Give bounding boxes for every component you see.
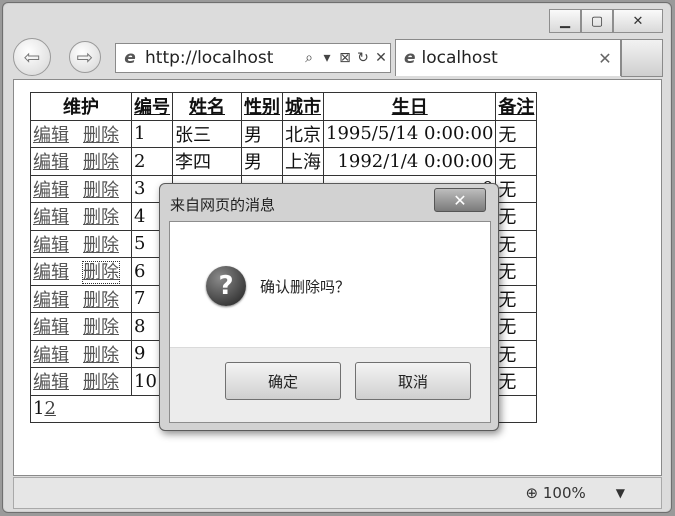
cell-note: 无 bbox=[495, 367, 538, 396]
row-actions: 编辑 删除 bbox=[30, 312, 132, 341]
cell-note: 无 bbox=[495, 229, 538, 258]
dialog-close-button[interactable]: ✕ bbox=[434, 188, 486, 212]
edit-link[interactable]: 编辑 bbox=[33, 235, 69, 256]
question-icon: ? bbox=[206, 266, 246, 306]
maximize-button[interactable]: ▢ bbox=[581, 9, 613, 33]
cell-birthday: 1995/5/14 0:00:00 bbox=[322, 119, 497, 148]
header-city[interactable]: 城市 bbox=[282, 92, 324, 121]
table-header-row: 维护 编号 姓名 性别 城市 生日 备注 bbox=[30, 92, 538, 121]
delete-link[interactable]: 删除 bbox=[83, 317, 119, 338]
delete-link[interactable]: 删除 bbox=[83, 125, 119, 146]
cell-note: 无 bbox=[495, 174, 538, 203]
window-caption-buttons: ▁ ▢ ✕ bbox=[549, 9, 663, 33]
header-maintain: 维护 bbox=[30, 92, 132, 121]
close-icon: ✕ bbox=[453, 190, 467, 210]
row-actions: 编辑 删除 bbox=[30, 257, 132, 286]
header-note[interactable]: 备注 bbox=[495, 92, 538, 121]
browser-tab[interactable]: e localhost ✕ bbox=[395, 39, 621, 76]
cell-note: 无 bbox=[495, 119, 538, 148]
minimize-button[interactable]: ▁ bbox=[549, 9, 581, 33]
ok-button[interactable]: 确定 bbox=[225, 362, 341, 400]
back-button[interactable]: ⇦ bbox=[13, 38, 51, 76]
forward-button[interactable]: ⇨ bbox=[69, 41, 101, 73]
header-birthday[interactable]: 生日 bbox=[322, 92, 497, 121]
cell-note: 无 bbox=[495, 312, 538, 341]
cell-note: 无 bbox=[495, 147, 538, 176]
edit-link[interactable]: 编辑 bbox=[33, 207, 69, 228]
edit-link[interactable]: 编辑 bbox=[33, 152, 69, 173]
table-row: 编辑 删除 1 张三男北京 1995/5/14 0:00:00 无 bbox=[30, 119, 538, 148]
table-row: 编辑 删除 2 李四男上海 1992/1/4 0:00:00 无 bbox=[30, 147, 538, 176]
header-id[interactable]: 编号 bbox=[131, 92, 173, 121]
row-actions: 编辑 删除 bbox=[30, 339, 132, 368]
header-name[interactable]: 姓名 bbox=[172, 92, 242, 121]
dialog-title: 来自网页的消息 bbox=[170, 196, 276, 214]
compatibility-view-icon[interactable]: ⊠ bbox=[336, 50, 354, 66]
cancel-button[interactable]: 取消 bbox=[355, 362, 471, 400]
back-arrow-icon: ⇦ bbox=[23, 45, 41, 69]
delete-link[interactable]: 删除 bbox=[83, 207, 119, 228]
ie-page-icon: e bbox=[124, 48, 136, 68]
dialog-message: 确认删除吗？ bbox=[260, 278, 351, 296]
row-actions: 编辑 删除 bbox=[30, 367, 132, 396]
row-actions: 编辑 删除 bbox=[30, 229, 132, 258]
cell-note: 无 bbox=[495, 284, 538, 313]
forward-arrow-icon: ⇨ bbox=[76, 45, 94, 69]
cell-note: 无 bbox=[495, 257, 538, 286]
delete-link[interactable]: 删除 bbox=[83, 152, 119, 173]
delete-link[interactable]: 删除 bbox=[83, 290, 119, 311]
cell-note: 无 bbox=[495, 339, 538, 368]
search-icon[interactable]: ⌕ bbox=[300, 50, 318, 66]
delete-link[interactable]: 删除 bbox=[83, 180, 119, 201]
page-content: 维护 编号 姓名 性别 城市 生日 备注 编辑 删除 1 张三男北京 1995/5/14… bbox=[13, 79, 662, 476]
status-bar: ⊕ 100% ▼ bbox=[13, 477, 662, 509]
new-tab-button[interactable] bbox=[621, 39, 663, 77]
row-actions: 编辑 删除 bbox=[30, 284, 132, 313]
cell-gender: 男 bbox=[241, 147, 283, 176]
stop-icon[interactable]: ✕ bbox=[372, 50, 390, 66]
zoom-icon: ⊕ bbox=[525, 484, 539, 502]
zoom-dropdown-icon[interactable]: ▼ bbox=[616, 486, 625, 500]
pager-current-page: 1 bbox=[33, 398, 45, 420]
delete-link[interactable]: 删除 bbox=[82, 261, 120, 285]
cell-id: 1 bbox=[131, 119, 173, 148]
edit-link[interactable]: 编辑 bbox=[33, 345, 69, 366]
cell-name: 张三 bbox=[172, 119, 242, 148]
cell-city: 上海 bbox=[282, 147, 324, 176]
edit-link[interactable]: 编辑 bbox=[33, 262, 69, 283]
cell-birthday: 1992/1/4 0:00:00 bbox=[322, 147, 497, 176]
header-gender[interactable]: 性别 bbox=[241, 92, 283, 121]
pager-page-link[interactable]: 2 bbox=[44, 398, 55, 419]
address-bar[interactable]: e http://localhost ⌕ ▾ ⊠ ↻ ✕ bbox=[115, 43, 391, 73]
edit-link[interactable]: 编辑 bbox=[33, 180, 69, 201]
zoom-level: 100% bbox=[542, 484, 586, 502]
delete-link[interactable]: 删除 bbox=[83, 372, 119, 393]
cell-note: 无 bbox=[495, 202, 538, 231]
navigation-bar: ⇦ ⇨ e http://localhost ⌕ ▾ ⊠ ↻ ✕ e local… bbox=[13, 35, 663, 79]
cell-gender: 男 bbox=[241, 119, 283, 148]
browser-window: ▁ ▢ ✕ ⇦ ⇨ e http://localhost ⌕ ▾ ⊠ ↻ ✕ e… bbox=[2, 2, 672, 513]
tab-close-icon[interactable]: ✕ bbox=[590, 49, 620, 68]
address-url[interactable]: http://localhost bbox=[145, 48, 300, 68]
cell-city: 北京 bbox=[282, 119, 324, 148]
edit-link[interactable]: 编辑 bbox=[33, 290, 69, 311]
delete-link[interactable]: 删除 bbox=[83, 345, 119, 366]
cell-name: 李四 bbox=[172, 147, 242, 176]
row-actions: 编辑 删除 bbox=[30, 147, 132, 176]
refresh-icon[interactable]: ↻ bbox=[354, 50, 372, 66]
ie-tab-icon: e bbox=[404, 48, 416, 68]
edit-link[interactable]: 编辑 bbox=[33, 372, 69, 393]
row-actions: 编辑 删除 bbox=[30, 119, 132, 148]
tab-title: localhost bbox=[421, 48, 498, 68]
row-actions: 编辑 删除 bbox=[30, 202, 132, 231]
cell-id: 2 bbox=[131, 147, 173, 176]
zoom-control[interactable]: ⊕ 100% bbox=[526, 484, 586, 502]
delete-link[interactable]: 删除 bbox=[83, 235, 119, 256]
edit-link[interactable]: 编辑 bbox=[33, 317, 69, 338]
close-window-button[interactable]: ✕ bbox=[613, 9, 663, 33]
row-actions: 编辑 删除 bbox=[30, 174, 132, 203]
edit-link[interactable]: 编辑 bbox=[33, 125, 69, 146]
dropdown-arrow-icon[interactable]: ▾ bbox=[318, 50, 336, 66]
